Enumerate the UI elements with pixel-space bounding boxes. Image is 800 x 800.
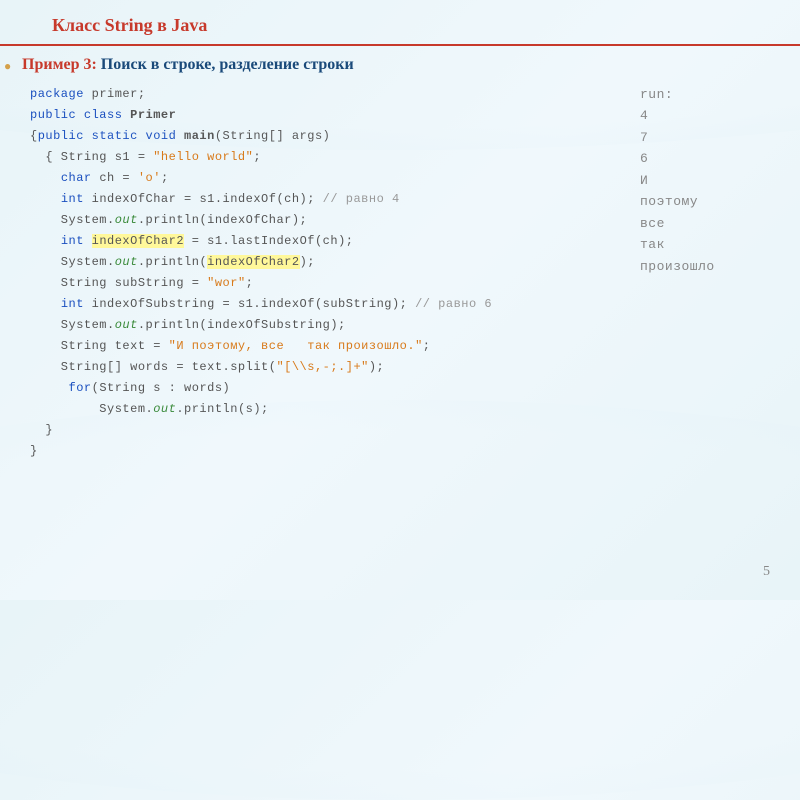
code-text: = s1.lastIndexOf(ch); [184, 234, 353, 248]
subtitle: Пример 3: Поиск в строке, разделение стр… [0, 56, 800, 84]
code-text: { String s1 = [30, 150, 153, 164]
example-description: Поиск в строке, разделение строки [97, 56, 354, 73]
code-string: "[\\s,-;.]+" [276, 360, 368, 374]
code-text: ; [423, 339, 431, 353]
code-text: String[] words = text.split( [30, 360, 276, 374]
code-string: "hello world" [153, 150, 253, 164]
code-text: System. [30, 213, 115, 227]
code-text: String text = [30, 339, 169, 353]
code-text: ch = [92, 171, 138, 185]
code-text: ); [369, 360, 384, 374]
code-highlighted: indexOfChar2 [92, 234, 184, 248]
code-text: ); [300, 255, 315, 269]
code-comment: // равно 4 [323, 192, 400, 206]
code-text [30, 381, 69, 395]
code-text [30, 171, 61, 185]
code-comment: // равно 6 [415, 297, 492, 311]
output-line: 6 [640, 151, 648, 166]
code-out: out [115, 318, 138, 332]
code-char: 'o' [138, 171, 161, 185]
code-keyword: int [61, 234, 84, 248]
code-string: "И поэтому, все так произошло." [169, 339, 423, 353]
code-text: ; [161, 171, 169, 185]
code-keyword: for [69, 381, 92, 395]
code-text: .println( [138, 255, 207, 269]
code-highlighted: indexOfChar2 [207, 255, 299, 269]
code-text [84, 234, 92, 248]
output-line: произошло [640, 259, 715, 274]
code-out: out [115, 213, 138, 227]
output-line: все [640, 216, 665, 231]
code-out: out [115, 255, 138, 269]
code-text: (String s : words) [92, 381, 231, 395]
code-text [30, 234, 61, 248]
code-text: System. [30, 255, 115, 269]
code-keyword: int [61, 297, 84, 311]
output-line: так [640, 237, 665, 252]
code-keyword: int [61, 192, 84, 206]
page-number: 5 [763, 564, 770, 580]
code-string: "wor" [207, 276, 246, 290]
code-text: String subString = [30, 276, 207, 290]
output-line: И [640, 173, 648, 188]
code-text: ; [253, 150, 261, 164]
code-text: ; [246, 276, 254, 290]
decorative-wave-bottom [0, 400, 800, 800]
code-keyword: char [61, 171, 92, 185]
code-text: .println(indexOfChar); [138, 213, 307, 227]
example-number: Пример 3: [22, 56, 97, 73]
code-text: indexOfChar = s1.indexOf(ch); [84, 192, 323, 206]
code-text [30, 297, 61, 311]
code-text: .println(indexOfSubstring); [138, 318, 346, 332]
output-line: поэтому [640, 194, 698, 209]
code-text: System. [30, 318, 115, 332]
code-text: indexOfSubstring = s1.indexOf(subString)… [84, 297, 415, 311]
code-text [30, 192, 61, 206]
